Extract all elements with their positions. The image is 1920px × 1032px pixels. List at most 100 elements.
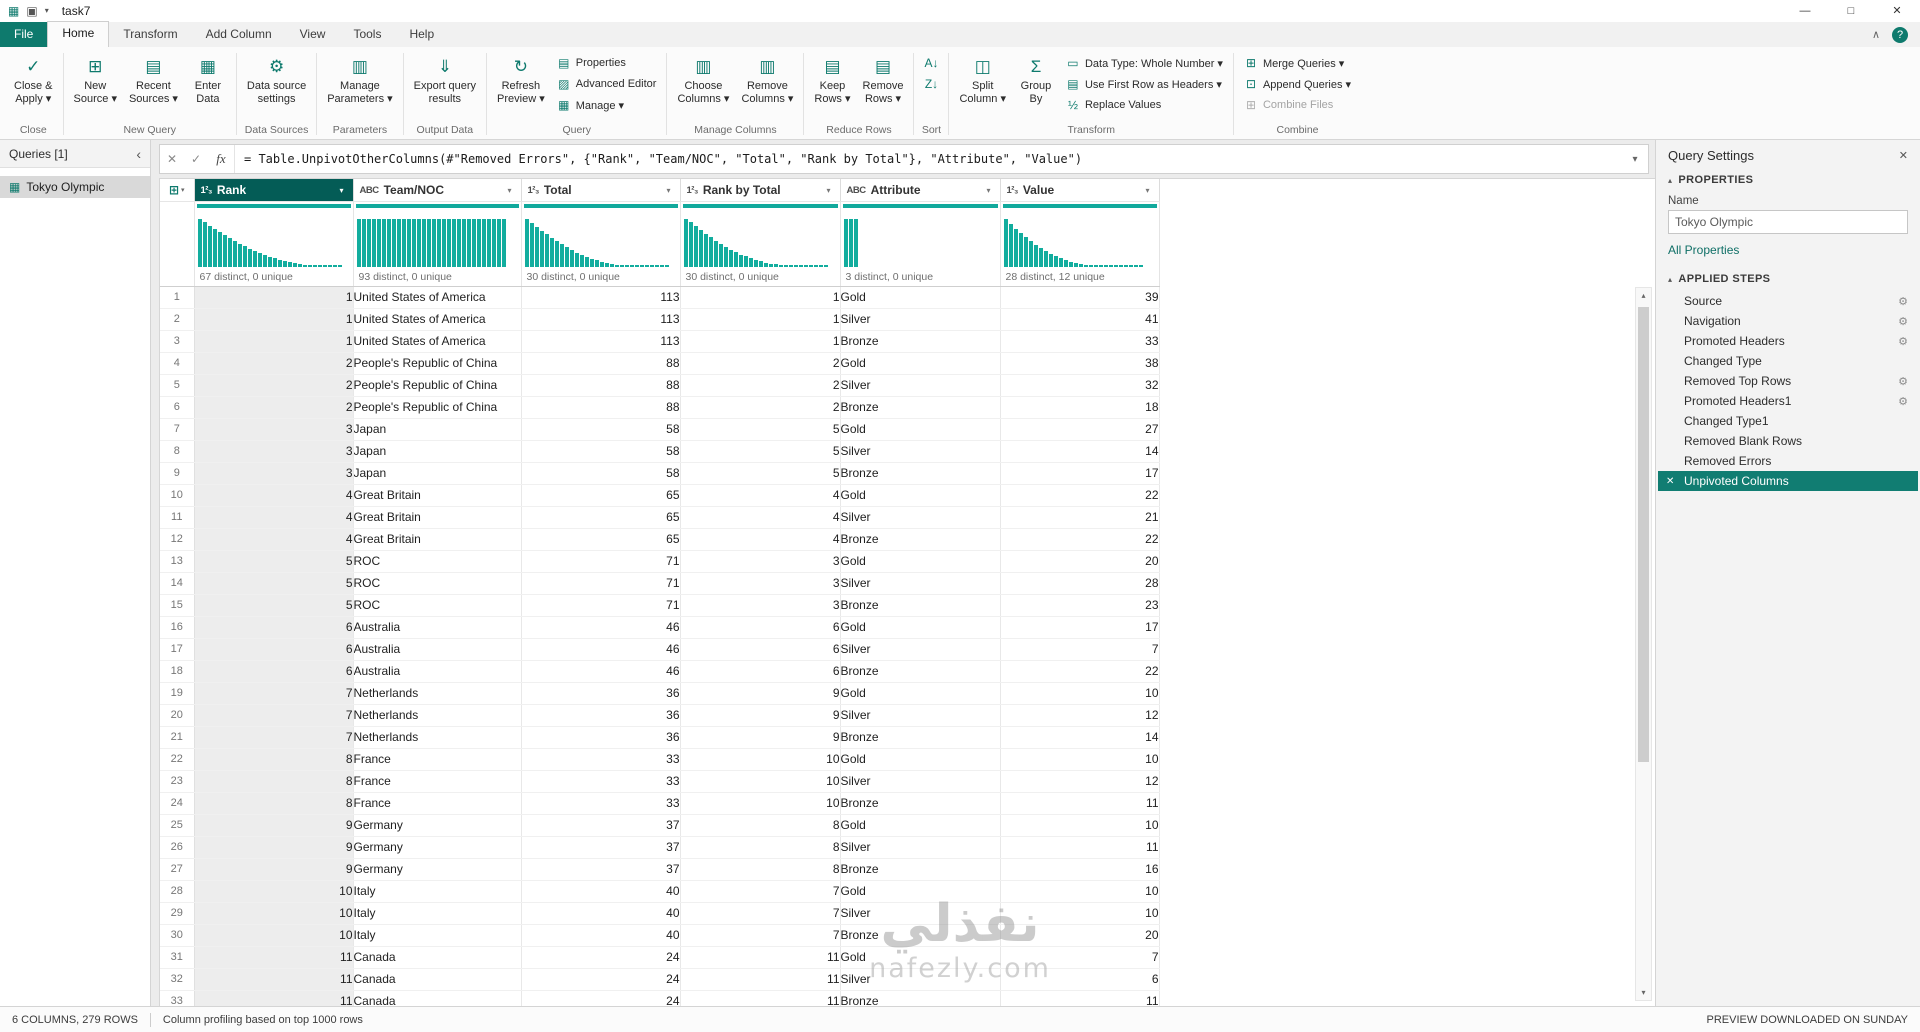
gear-icon[interactable]: ⚙ (1898, 335, 1908, 348)
cell-rank[interactable]: 5 (194, 572, 354, 595)
cell-total[interactable]: 58 (521, 440, 681, 463)
cell-attribute[interactable]: Silver (840, 440, 1001, 463)
cell-total[interactable]: 113 (521, 286, 681, 309)
cell-team-noc[interactable]: ROC (353, 572, 522, 595)
cell-team-noc[interactable]: Japan (353, 462, 522, 485)
cell-attribute[interactable]: Silver (840, 704, 1001, 727)
cell-attribute[interactable]: Gold (840, 748, 1001, 771)
cell-rank-by-total[interactable]: 11 (680, 946, 841, 969)
cell-team-noc[interactable]: Japan (353, 418, 522, 441)
row-number[interactable]: 5 (160, 374, 195, 397)
applied-step-removed-errors[interactable]: Removed Errors (1658, 451, 1918, 471)
cell-value[interactable]: 32 (1000, 374, 1160, 397)
cell-rank[interactable]: 11 (194, 990, 354, 1006)
cell-total[interactable]: 46 (521, 616, 681, 639)
cell-team-noc[interactable]: Great Britain (353, 484, 522, 507)
formula-commit-icon[interactable]: ✓ (184, 152, 208, 166)
cell-rank[interactable]: 10 (194, 902, 354, 925)
cell-value[interactable]: 12 (1000, 770, 1160, 793)
cell-attribute[interactable]: Gold (840, 286, 1001, 309)
cell-rank[interactable]: 7 (194, 682, 354, 705)
cell-value[interactable]: 23 (1000, 594, 1160, 617)
maximize-button[interactable]: □ (1828, 0, 1874, 22)
cell-team-noc[interactable]: France (353, 792, 522, 815)
applied-step-removed-top-rows[interactable]: Removed Top Rows ⚙ (1658, 371, 1918, 391)
cell-rank[interactable]: 4 (194, 506, 354, 529)
column-header-team-noc[interactable]: ABC Team/NOC ▾ (353, 179, 522, 202)
cell-total[interactable]: 58 (521, 418, 681, 441)
cell-total[interactable]: 88 (521, 396, 681, 419)
cell-value[interactable]: 18 (1000, 396, 1160, 419)
cell-value[interactable]: 28 (1000, 572, 1160, 595)
cell-total[interactable]: 88 (521, 352, 681, 375)
tab-view[interactable]: View (286, 22, 340, 47)
cell-attribute[interactable]: Bronze (840, 990, 1001, 1006)
profiling-status[interactable]: Column profiling based on top 1000 rows (163, 1014, 363, 1026)
cell-total[interactable]: 46 (521, 660, 681, 683)
cell-value[interactable]: 38 (1000, 352, 1160, 375)
cell-attribute[interactable]: Bronze (840, 726, 1001, 749)
close-settings-icon[interactable]: ✕ (1899, 149, 1908, 162)
properties-section-header[interactable]: ▴ PROPERTIES (1668, 174, 1908, 186)
cell-rank-by-total[interactable]: 3 (680, 594, 841, 617)
cell-value[interactable]: 12 (1000, 704, 1160, 727)
cell-team-noc[interactable]: Italy (353, 880, 522, 903)
row-number[interactable]: 12 (160, 528, 195, 551)
save-icon[interactable]: ▣ (26, 0, 37, 22)
cell-attribute[interactable]: Silver (840, 572, 1001, 595)
cell-rank-by-total[interactable]: 7 (680, 924, 841, 947)
cell-rank-by-total[interactable]: 3 (680, 550, 841, 573)
applied-step-source[interactable]: Source ⚙ (1658, 291, 1918, 311)
cell-total[interactable]: 33 (521, 770, 681, 793)
cell-rank-by-total[interactable]: 8 (680, 814, 841, 837)
row-number[interactable]: 7 (160, 418, 195, 441)
cell-attribute[interactable]: Gold (840, 550, 1001, 573)
cell-total[interactable]: 71 (521, 572, 681, 595)
cell-total[interactable]: 37 (521, 814, 681, 837)
scroll-up-icon[interactable]: ▴ (1641, 288, 1645, 303)
cell-attribute[interactable]: Silver (840, 902, 1001, 925)
cell-team-noc[interactable]: Netherlands (353, 704, 522, 727)
cell-rank[interactable]: 5 (194, 550, 354, 573)
gear-icon[interactable]: ⚙ (1898, 315, 1908, 328)
ribbon-button-close-apply[interactable]: ✓ Close & Apply ▾ (9, 50, 58, 123)
column-header-attribute[interactable]: ABC Attribute ▾ (840, 179, 1001, 202)
cell-total[interactable]: 71 (521, 550, 681, 573)
cell-value[interactable]: 11 (1000, 792, 1160, 815)
query-name-input[interactable] (1668, 210, 1908, 234)
row-number[interactable]: 20 (160, 704, 195, 727)
gear-icon[interactable]: ⚙ (1898, 395, 1908, 408)
cell-rank[interactable]: 8 (194, 748, 354, 771)
cell-rank-by-total[interactable]: 9 (680, 704, 841, 727)
cell-team-noc[interactable]: Australia (353, 616, 522, 639)
cell-total[interactable]: 113 (521, 330, 681, 353)
ribbon-button-manage-parameters[interactable]: ▥ Manage Parameters ▾ (322, 50, 397, 123)
cell-rank-by-total[interactable]: 5 (680, 418, 841, 441)
applied-step-removed-blank-rows[interactable]: Removed Blank Rows (1658, 431, 1918, 451)
formula-input[interactable]: = Table.UnpivotOtherColumns(#"Removed Er… (235, 152, 1622, 166)
cell-team-noc[interactable]: Italy (353, 902, 522, 925)
cell-attribute[interactable]: Bronze (840, 924, 1001, 947)
cell-total[interactable]: 40 (521, 880, 681, 903)
cell-value[interactable]: 17 (1000, 462, 1160, 485)
row-number[interactable]: 1 (160, 286, 195, 309)
gear-icon[interactable]: ⚙ (1898, 375, 1908, 388)
row-number[interactable]: 10 (160, 484, 195, 507)
ribbon-button-split-column[interactable]: ◫ Split Column ▾ (954, 50, 1010, 123)
row-number[interactable]: 31 (160, 946, 195, 969)
scrollbar-thumb[interactable] (1638, 307, 1649, 762)
cell-team-noc[interactable]: Great Britain (353, 506, 522, 529)
cell-value[interactable]: 20 (1000, 924, 1160, 947)
applied-step-changed-type1[interactable]: Changed Type1 (1658, 411, 1918, 431)
cell-attribute[interactable]: Silver (840, 836, 1001, 859)
cell-team-noc[interactable]: Canada (353, 946, 522, 969)
cell-team-noc[interactable]: Netherlands (353, 726, 522, 749)
cell-rank-by-total[interactable]: 5 (680, 440, 841, 463)
cell-rank[interactable]: 1 (194, 308, 354, 331)
cell-value[interactable]: 17 (1000, 616, 1160, 639)
cell-rank-by-total[interactable]: 10 (680, 748, 841, 771)
cell-rank[interactable]: 10 (194, 924, 354, 947)
cell-total[interactable]: 36 (521, 682, 681, 705)
cell-value[interactable]: 7 (1000, 946, 1160, 969)
cell-value[interactable]: 10 (1000, 880, 1160, 903)
